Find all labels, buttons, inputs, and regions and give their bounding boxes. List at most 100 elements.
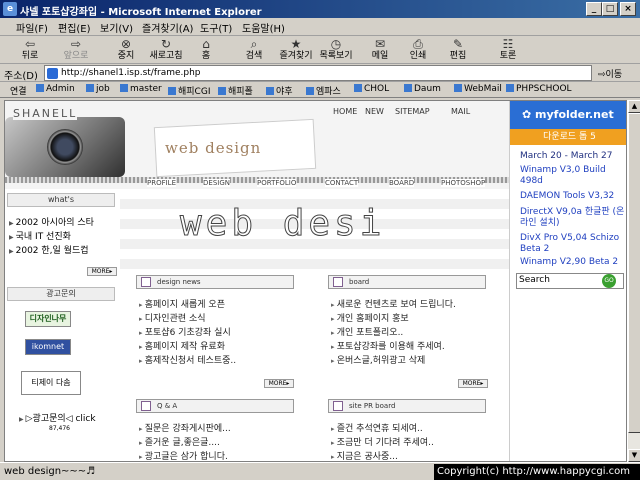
- search-icon: ⌕: [250, 37, 258, 51]
- left-column: what's 2002 아시아의 스타 국내 IT 선진화 2002 한,일 월…: [5, 189, 118, 461]
- close-button[interactable]: ×: [620, 2, 636, 16]
- whats-item[interactable]: 국내 IT 선진화: [9, 229, 71, 242]
- refresh-button[interactable]: ↻ 새로고침: [146, 37, 186, 63]
- back-button[interactable]: ⇦ 뒤로: [10, 37, 50, 63]
- whats-item[interactable]: 2002 아시아의 스타: [9, 215, 94, 228]
- home-icon: ⌂: [202, 37, 210, 51]
- nav-contact[interactable]: CONTACT: [325, 179, 359, 187]
- board-item[interactable]: 포토샵강좌를 이용해 주세여.: [331, 339, 445, 352]
- site-header: SHANELL HOME NEW SITEMAP MAIL web design…: [5, 101, 509, 189]
- pr-board-item[interactable]: 즐건 추석연휴 되세여..: [331, 421, 423, 434]
- myfolder-panel: ✿ myfolder.net 다운로드 톱 5 March 20 - March…: [509, 101, 626, 461]
- board-item[interactable]: 개인 홈페이지 홍보: [331, 311, 409, 324]
- scroll-down-button[interactable]: ▼: [628, 449, 640, 462]
- ad-banner-dasom[interactable]: 티제이 다솜: [21, 371, 81, 395]
- scroll-up-button[interactable]: ▲: [628, 100, 640, 113]
- design-news-more-button[interactable]: MORE▸: [264, 379, 294, 388]
- myfolder-download-item[interactable]: Winamp V3,0 Build 498d: [520, 165, 626, 187]
- forward-button[interactable]: ⇨ 앞으로: [56, 37, 96, 63]
- myfolder-download-item[interactable]: DivX Pro V5,04 Schizo Beta 2: [520, 233, 626, 255]
- menu-file[interactable]: 파일(F): [16, 20, 48, 35]
- pr-board-item[interactable]: 지금은 공사중...: [331, 449, 398, 461]
- link-happypoll[interactable]: 해피폴: [218, 84, 253, 97]
- nav-sitemap[interactable]: SITEMAP: [395, 107, 430, 116]
- menu-view[interactable]: 보기(V): [100, 20, 133, 35]
- link-daum[interactable]: Daum: [404, 84, 441, 94]
- whats-item[interactable]: 2002 한,일 월드컵: [9, 243, 89, 256]
- search-button[interactable]: ⌕ 검색: [234, 37, 274, 63]
- stop-button[interactable]: ⊗ 중지: [106, 37, 146, 63]
- edit-button[interactable]: ✎ 편집: [438, 37, 478, 63]
- link-happycgi[interactable]: 해피CGI: [168, 84, 210, 97]
- whats-header: what's: [7, 193, 115, 207]
- print-icon: ⎙: [413, 37, 423, 51]
- qna-item[interactable]: 질문은 강좌게시판에...: [139, 421, 231, 434]
- nav-portfolio[interactable]: PORTFOLIO: [257, 179, 297, 187]
- design-news-item[interactable]: 홈제작신청서 테스트중..: [139, 353, 236, 366]
- favorites-button[interactable]: ★ 즐겨찾기: [276, 37, 316, 63]
- qna-item[interactable]: 즐거운 글,좋은글....: [139, 435, 220, 448]
- site-logo[interactable]: SHANELL: [13, 107, 78, 120]
- whats-title: what's: [47, 195, 75, 204]
- scroll-thumb[interactable]: [628, 113, 640, 433]
- go-button[interactable]: ⇨이동: [598, 67, 622, 80]
- link-master[interactable]: master: [120, 84, 162, 94]
- nav-home[interactable]: HOME: [333, 107, 357, 116]
- link-chol[interactable]: CHOL: [354, 84, 389, 94]
- nav-new[interactable]: NEW: [365, 107, 384, 116]
- board-item[interactable]: 온버스글,허위광고 삭제: [331, 353, 426, 366]
- address-input[interactable]: http://shanel1.isp.st/frame.php: [44, 65, 592, 81]
- page-icon: [47, 68, 58, 79]
- design-news-item[interactable]: 디자인관련 소식: [139, 311, 206, 324]
- link-admin[interactable]: Admin: [36, 84, 75, 94]
- nav-board[interactable]: BOARD: [389, 179, 415, 187]
- qna-item[interactable]: 광고글은 삼가 합니다.: [139, 449, 228, 461]
- window-title: 샤넬 포토샵강좌입 - Microsoft Internet Explorer: [20, 7, 262, 18]
- maximize-button[interactable]: □: [602, 2, 618, 16]
- design-news-item[interactable]: 포토샵6 기초강좌 실시: [139, 325, 231, 338]
- history-button[interactable]: ◷ 목록보기: [316, 37, 356, 63]
- whats-more-button[interactable]: MORE▸: [87, 267, 117, 276]
- ad-contact-link[interactable]: ▷광고문의◁ click: [19, 411, 96, 424]
- refresh-icon: ↻: [160, 37, 172, 51]
- menu-edit[interactable]: 편집(E): [58, 20, 91, 35]
- header-title: web design: [165, 139, 262, 157]
- nav-design[interactable]: DESIGN: [203, 179, 230, 187]
- design-news-item[interactable]: 홈페이지 새롭게 오픈: [139, 297, 225, 310]
- ad-banner-ikomnet[interactable]: ikomnet: [25, 339, 71, 355]
- history-icon: ◷: [330, 37, 342, 51]
- nav-photoshop[interactable]: PHOTOSHOP: [441, 179, 486, 187]
- vertical-scrollbar[interactable]: ▲ ▼: [627, 100, 640, 462]
- myfolder-download-item[interactable]: DirectX V9,0a 한글판 (온라인 설치): [520, 207, 626, 229]
- myfolder-title[interactable]: ✿ myfolder.net: [510, 101, 626, 129]
- discuss-button[interactable]: ☷ 토론: [488, 37, 528, 63]
- myfolder-download-item[interactable]: DAEMON Tools V3,32: [520, 191, 626, 202]
- myfolder-download-item[interactable]: Winamp V2,90 Beta 2: [520, 257, 626, 268]
- board-item[interactable]: 새로운 컨텐츠로 보여 드립니다.: [331, 297, 456, 310]
- minimize-button[interactable]: _: [586, 2, 602, 16]
- home-button[interactable]: ⌂ 홈: [186, 37, 226, 63]
- nav-profile[interactable]: PROFILE: [147, 179, 177, 187]
- board-more-button[interactable]: MORE▸: [458, 379, 488, 388]
- ad-banner-namu[interactable]: 디자인나무: [25, 311, 71, 327]
- link-yahoo[interactable]: 야후: [266, 84, 293, 97]
- link-empas[interactable]: 엠파스: [306, 84, 341, 97]
- pr-board-item[interactable]: 조금만 더 기다려 주세여..: [331, 435, 434, 448]
- link-phpschool[interactable]: PHPSCHOOL: [506, 84, 572, 94]
- link-webmail[interactable]: WebMail: [454, 84, 502, 94]
- design-news-item[interactable]: 홈페이지 제작 유료화: [139, 339, 225, 352]
- ads-title: 광고문의: [46, 289, 76, 298]
- menu-bar: 파일(F) 편집(E) 보기(V) 즐겨찾기(A) 도구(T) 도움말(H): [0, 18, 640, 36]
- board-item[interactable]: 개인 포트폴리오..: [331, 325, 404, 338]
- myfolder-go-button[interactable]: GO: [602, 274, 616, 288]
- link-job[interactable]: job: [86, 84, 110, 94]
- pr-board-icon: [333, 401, 343, 411]
- mail-button[interactable]: ✉ 메일: [360, 37, 400, 63]
- menu-favorites[interactable]: 즐겨찾기(A): [142, 20, 193, 35]
- ie-icon: e: [3, 2, 17, 16]
- print-button[interactable]: ⎙ 인쇄: [398, 37, 438, 63]
- menu-help[interactable]: 도움말(H): [242, 20, 285, 35]
- menu-tools[interactable]: 도구(T): [200, 20, 232, 35]
- nav-mail[interactable]: MAIL: [451, 107, 470, 116]
- forward-arrow-icon: ⇨: [70, 37, 82, 51]
